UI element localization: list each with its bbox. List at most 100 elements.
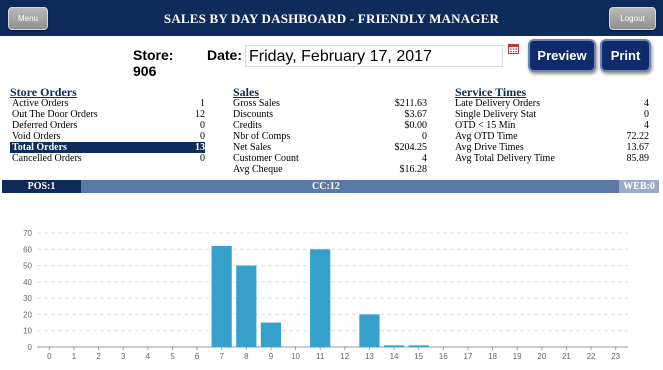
x-tick-label: 14 — [390, 352, 399, 361]
bar-hour-13[interactable] — [359, 314, 380, 347]
sales-heading: Sales — [233, 85, 260, 99]
row-label: Nbr of Comps — [233, 131, 291, 142]
row-value: 12 — [195, 109, 205, 120]
row-value: 0 — [200, 153, 205, 164]
row-label: Discounts — [233, 109, 273, 120]
row-value: 0 — [422, 131, 427, 142]
x-tick-label: 5 — [170, 352, 175, 361]
x-tick-label: 9 — [269, 352, 274, 361]
list-item: Avg OTD Time 72.22 — [455, 131, 649, 142]
print-button[interactable]: Print — [600, 39, 651, 72]
list-item: Active Orders 1 — [10, 98, 205, 109]
store-label: Store: 906 — [133, 47, 174, 79]
row-label: Deferred Orders — [12, 120, 78, 131]
x-tick-label: 3 — [121, 352, 126, 361]
x-tick-label: 11 — [316, 352, 325, 361]
y-tick-label: 40 — [23, 278, 32, 287]
x-tick-label: 13 — [365, 352, 374, 361]
row-label: Single Delivery Stat — [455, 109, 537, 120]
web-count: WEB:0 — [619, 180, 659, 193]
row-label: Void Orders — [12, 131, 61, 142]
hourly-sales-chart: 010203040506070 0 1 2 3 4 5 6 7 8 9 10 11 12 13 14 15 16… — [23, 229, 628, 361]
row-value: 4 — [422, 153, 427, 164]
total-orders-row: Total Orders 13 — [10, 142, 205, 153]
x-tick-label: 12 — [340, 352, 349, 361]
date-label: Date: — [207, 47, 243, 63]
list-item: Discounts $3.67 — [233, 109, 427, 120]
bar-hour-15[interactable] — [408, 345, 429, 347]
list-item: Late Delivery Orders 4 — [455, 98, 649, 109]
list-item: Avg Cheque $16.28 — [233, 164, 427, 175]
preview-button[interactable]: Preview — [528, 39, 596, 72]
row-value: 13 — [195, 142, 205, 153]
bar-hour-7[interactable] — [211, 246, 232, 347]
x-tick-label: 23 — [611, 352, 620, 361]
y-tick-label: 0 — [28, 343, 33, 352]
list-item: Credits $0.00 — [233, 120, 427, 131]
list-item: Single Delivery Stat 0 — [455, 109, 649, 120]
x-tick-label: 18 — [488, 352, 497, 361]
store-orders-heading: Store Orders — [10, 85, 77, 99]
row-value: $16.28 — [399, 164, 428, 175]
row-value: $0.00 — [404, 120, 428, 131]
row-value: 4 — [644, 120, 649, 131]
x-tick-label: 7 — [219, 352, 224, 361]
page-title: SALES BY DAY DASHBOARD - FRIENDLY MANAGE… — [163, 11, 500, 26]
x-tick-label: 0 — [47, 352, 52, 361]
x-tick-label: 16 — [439, 352, 448, 361]
store-orders-panel: Store Orders Active Orders 1 Out The Door… — [10, 86, 205, 164]
row-value: 85.89 — [626, 153, 650, 164]
row-label: OTD < 15 Min — [455, 120, 516, 131]
row-label: Avg Cheque — [233, 164, 283, 175]
y-tick-label: 60 — [23, 245, 32, 254]
row-value: 4 — [644, 98, 649, 109]
sales-panel: Sales Gross Sales $211.63 Discounts $3.67 … — [233, 86, 427, 175]
row-label: Credits — [233, 120, 262, 131]
list-item: Avg Total Delivery Time 85.89 — [455, 153, 649, 164]
x-tick-label: 1 — [72, 352, 77, 361]
calendar-icon[interactable] — [508, 43, 519, 54]
bar-hour-11[interactable] — [310, 249, 331, 347]
row-value: $211.63 — [394, 98, 427, 109]
x-tick-label: 17 — [463, 352, 472, 361]
row-label: Total Orders — [12, 142, 67, 153]
channel-status-bar: POS:1 CC:12 WEB:0 — [2, 180, 659, 193]
bar-hour-14[interactable] — [383, 345, 405, 347]
x-tick-label: 10 — [291, 352, 300, 361]
service-times-heading: Service Times — [455, 85, 527, 99]
row-value: 1 — [200, 98, 205, 109]
logout-button[interactable]: Logout — [609, 7, 656, 30]
row-label: Gross Sales — [233, 98, 280, 109]
row-value: $3.67 — [404, 109, 428, 120]
x-tick-label: 20 — [537, 352, 546, 361]
y-tick-label: 20 — [23, 310, 32, 319]
list-item: Out The Door Orders 12 — [10, 109, 205, 120]
bar-hour-9[interactable] — [260, 322, 282, 347]
row-label: Net Sales — [233, 142, 272, 153]
row-label: Late Delivery Orders — [455, 98, 540, 109]
row-label: Avg Drive Times — [455, 142, 524, 153]
list-item: OTD < 15 Min 4 — [455, 120, 649, 131]
row-value: 13.67 — [626, 142, 650, 153]
cc-count: CC:12 — [312, 181, 340, 192]
row-label: Avg Total Delivery Time — [455, 153, 555, 164]
y-tick-label: 30 — [23, 294, 32, 303]
header-bar: Menu SALES BY DAY DASHBOARD - FRIENDLY M… — [0, 0, 663, 36]
list-item: Avg Drive Times 13.67 — [455, 142, 649, 153]
row-label: Out The Door Orders — [12, 109, 98, 120]
row-value: 0 — [200, 131, 205, 142]
y-tick-label: 70 — [23, 229, 32, 238]
list-item: Cancelled Orders 0 — [10, 153, 205, 164]
pos-count: POS:1 — [2, 180, 81, 193]
bar-hour-8[interactable] — [236, 265, 257, 347]
x-tick-label: 22 — [587, 352, 596, 361]
list-item: Void Orders 0 — [10, 131, 205, 142]
row-label: Customer Count — [233, 153, 299, 164]
y-tick-label: 50 — [23, 262, 32, 271]
x-tick-label: 21 — [562, 352, 571, 361]
x-tick-label: 19 — [513, 352, 522, 361]
list-item: Net Sales $204.25 — [233, 142, 427, 153]
x-tick-label: 4 — [146, 352, 151, 361]
row-value: 0 — [644, 109, 649, 120]
date-field[interactable]: Friday, February 17, 2017 — [245, 45, 503, 67]
